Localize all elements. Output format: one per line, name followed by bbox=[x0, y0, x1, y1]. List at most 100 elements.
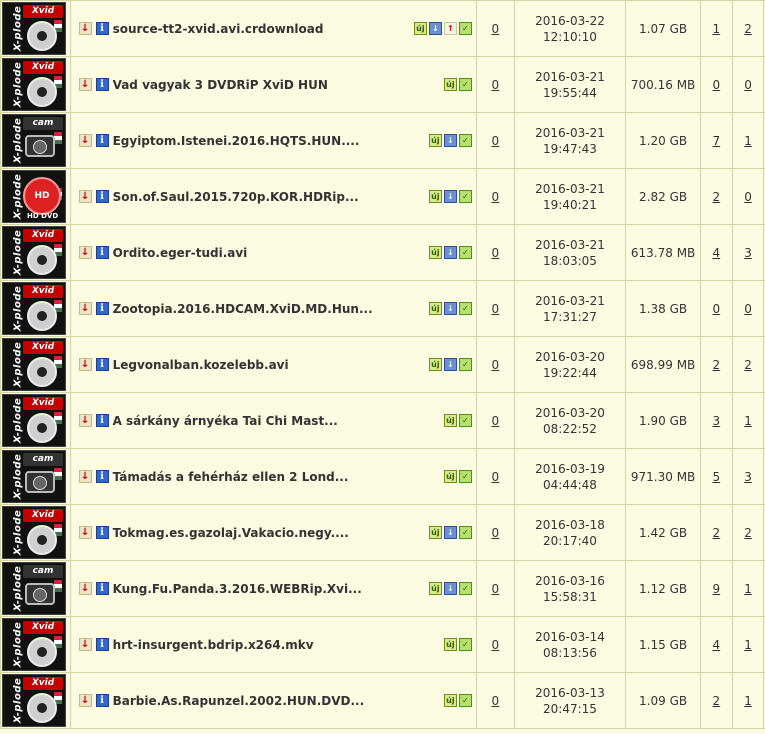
seeds-count-link[interactable]: 5 bbox=[712, 470, 720, 484]
leeches-count-link[interactable]: 3 bbox=[744, 470, 752, 484]
new-badge-icon[interactable]: új bbox=[443, 414, 457, 427]
download-torrent-icon[interactable]: ↓ bbox=[78, 190, 92, 203]
seeds-count-link[interactable]: 4 bbox=[712, 246, 720, 260]
seeds-count-link[interactable]: 2 bbox=[712, 526, 720, 540]
checkmark-icon[interactable]: ✓ bbox=[458, 638, 472, 651]
leeches-count-link[interactable]: 1 bbox=[744, 134, 752, 148]
seeds-count-link[interactable]: 2 bbox=[712, 694, 720, 708]
torrent-title-link[interactable]: Ordito.eger-tudi.avi bbox=[113, 246, 248, 260]
download-torrent-icon[interactable]: ↓ bbox=[78, 582, 92, 595]
leeches-count-link[interactable]: 2 bbox=[744, 526, 752, 540]
comments-count-link[interactable]: 0 bbox=[491, 22, 499, 36]
seeds-count-link[interactable]: 7 bbox=[712, 134, 720, 148]
comments-count-link[interactable]: 0 bbox=[491, 78, 499, 92]
torrent-title-link[interactable]: A sárkány árnyéka Tai Chi Mast... bbox=[113, 414, 338, 428]
comments-count-link[interactable]: 0 bbox=[491, 358, 499, 372]
category-image[interactable]: X-plode Xvid bbox=[2, 2, 66, 55]
comments-count-link[interactable]: 0 bbox=[491, 582, 499, 596]
seeds-count-link[interactable]: 2 bbox=[712, 190, 720, 204]
download-torrent-icon[interactable]: ↓ bbox=[78, 246, 92, 259]
download-torrent-icon[interactable]: ↓ bbox=[78, 22, 92, 35]
category-image[interactable]: X-plode Xvid bbox=[2, 58, 66, 111]
torrent-title-link[interactable]: hrt-insurgent.bdrip.x264.mkv bbox=[113, 638, 314, 652]
new-badge-icon[interactable]: új bbox=[428, 358, 442, 371]
leeches-count-link[interactable]: 1 bbox=[744, 694, 752, 708]
download-torrent-icon[interactable]: ↓ bbox=[78, 526, 92, 539]
info-icon[interactable]: i bbox=[95, 470, 109, 483]
seeds-count-link[interactable]: 3 bbox=[712, 414, 720, 428]
category-image[interactable]: X-plode Xvid bbox=[2, 618, 66, 671]
new-badge-icon[interactable]: új bbox=[428, 134, 442, 147]
seeds-count-link[interactable]: 2 bbox=[712, 358, 720, 372]
category-image[interactable]: X-plode cam bbox=[2, 562, 66, 615]
category-image[interactable]: X-plode Xvid bbox=[2, 394, 66, 447]
download-torrent-icon[interactable]: ↓ bbox=[78, 470, 92, 483]
category-image[interactable]: X-plode Xvid bbox=[2, 506, 66, 559]
comments-count-link[interactable]: 0 bbox=[491, 694, 499, 708]
leeches-count-link[interactable]: 1 bbox=[744, 414, 752, 428]
checkmark-icon[interactable]: ✓ bbox=[458, 190, 472, 203]
category-image[interactable]: X-plode cam bbox=[2, 114, 66, 167]
arrow-down-icon[interactable]: ↓ bbox=[443, 190, 457, 203]
comments-count-link[interactable]: 0 bbox=[491, 526, 499, 540]
seeds-count-link[interactable]: 9 bbox=[712, 582, 720, 596]
torrent-title-link[interactable]: Legvonalban.kozelebb.avi bbox=[113, 358, 289, 372]
new-badge-icon[interactable]: új bbox=[413, 22, 427, 35]
new-badge-icon[interactable]: új bbox=[443, 694, 457, 707]
comments-count-link[interactable]: 0 bbox=[491, 414, 499, 428]
info-icon[interactable]: i bbox=[95, 694, 109, 707]
info-icon[interactable]: i bbox=[95, 526, 109, 539]
seeds-count-link[interactable]: 1 bbox=[712, 22, 720, 36]
info-icon[interactable]: i bbox=[95, 78, 109, 91]
new-badge-icon[interactable]: új bbox=[428, 190, 442, 203]
new-badge-icon[interactable]: új bbox=[428, 526, 442, 539]
info-icon[interactable]: i bbox=[95, 134, 109, 147]
checkmark-icon[interactable]: ✓ bbox=[458, 78, 472, 91]
torrent-title-link[interactable]: Vad vagyak 3 DVDRiP XviD HUN bbox=[113, 78, 328, 92]
leeches-count-link[interactable]: 0 bbox=[744, 78, 752, 92]
torrent-title-link[interactable]: Tokmag.es.gazolaj.Vakacio.negy.... bbox=[113, 526, 349, 540]
category-image[interactable]: X-plode HD HD DVD bbox=[2, 170, 66, 223]
torrent-title-link[interactable]: Egyiptom.Istenei.2016.HQTS.HUN.... bbox=[113, 134, 360, 148]
category-image[interactable]: X-plode cam bbox=[2, 450, 66, 503]
category-image[interactable]: X-plode Xvid bbox=[2, 226, 66, 279]
arrow-down-icon[interactable]: ↓ bbox=[443, 358, 457, 371]
category-image[interactable]: X-plode Xvid bbox=[2, 338, 66, 391]
category-image[interactable]: X-plode Xvid bbox=[2, 674, 66, 727]
seeds-count-link[interactable]: 4 bbox=[712, 638, 720, 652]
info-icon[interactable]: i bbox=[95, 358, 109, 371]
checkmark-icon[interactable]: ✓ bbox=[458, 134, 472, 147]
new-badge-icon[interactable]: új bbox=[443, 470, 457, 483]
leeches-count-link[interactable]: 2 bbox=[744, 358, 752, 372]
arrow-down-icon[interactable]: ↓ bbox=[443, 526, 457, 539]
arrow-down-icon[interactable]: ↓ bbox=[443, 302, 457, 315]
torrent-title-link[interactable]: Kung.Fu.Panda.3.2016.WEBRip.Xvi... bbox=[113, 582, 362, 596]
checkmark-icon[interactable]: ✓ bbox=[458, 470, 472, 483]
leeches-count-link[interactable]: 0 bbox=[744, 302, 752, 316]
comments-count-link[interactable]: 0 bbox=[491, 134, 499, 148]
download-torrent-icon[interactable]: ↓ bbox=[78, 358, 92, 371]
info-icon[interactable]: i bbox=[95, 190, 109, 203]
checkmark-icon[interactable]: ✓ bbox=[458, 246, 472, 259]
checkmark-icon[interactable]: ✓ bbox=[458, 526, 472, 539]
new-badge-icon[interactable]: új bbox=[428, 582, 442, 595]
seeds-count-link[interactable]: 0 bbox=[712, 78, 720, 92]
comments-count-link[interactable]: 0 bbox=[491, 190, 499, 204]
checkmark-icon[interactable]: ✓ bbox=[458, 22, 472, 35]
checkmark-icon[interactable]: ✓ bbox=[458, 358, 472, 371]
category-image[interactable]: X-plode Xvid bbox=[2, 282, 66, 335]
leeches-count-link[interactable]: 0 bbox=[744, 190, 752, 204]
checkmark-icon[interactable]: ✓ bbox=[458, 582, 472, 595]
arrow-down-icon[interactable]: ↓ bbox=[428, 22, 442, 35]
info-icon[interactable]: i bbox=[95, 414, 109, 427]
comments-count-link[interactable]: 0 bbox=[491, 246, 499, 260]
new-badge-icon[interactable]: új bbox=[443, 78, 457, 91]
seeds-count-link[interactable]: 0 bbox=[712, 302, 720, 316]
download-torrent-icon[interactable]: ↓ bbox=[78, 414, 92, 427]
download-torrent-icon[interactable]: ↓ bbox=[78, 78, 92, 91]
arrow-down-icon[interactable]: ↓ bbox=[443, 582, 457, 595]
checkmark-icon[interactable]: ✓ bbox=[458, 694, 472, 707]
new-badge-icon[interactable]: új bbox=[428, 246, 442, 259]
download-torrent-icon[interactable]: ↓ bbox=[78, 638, 92, 651]
torrent-title-link[interactable]: Barbie.As.Rapunzel.2002.HUN.DVD... bbox=[113, 694, 365, 708]
